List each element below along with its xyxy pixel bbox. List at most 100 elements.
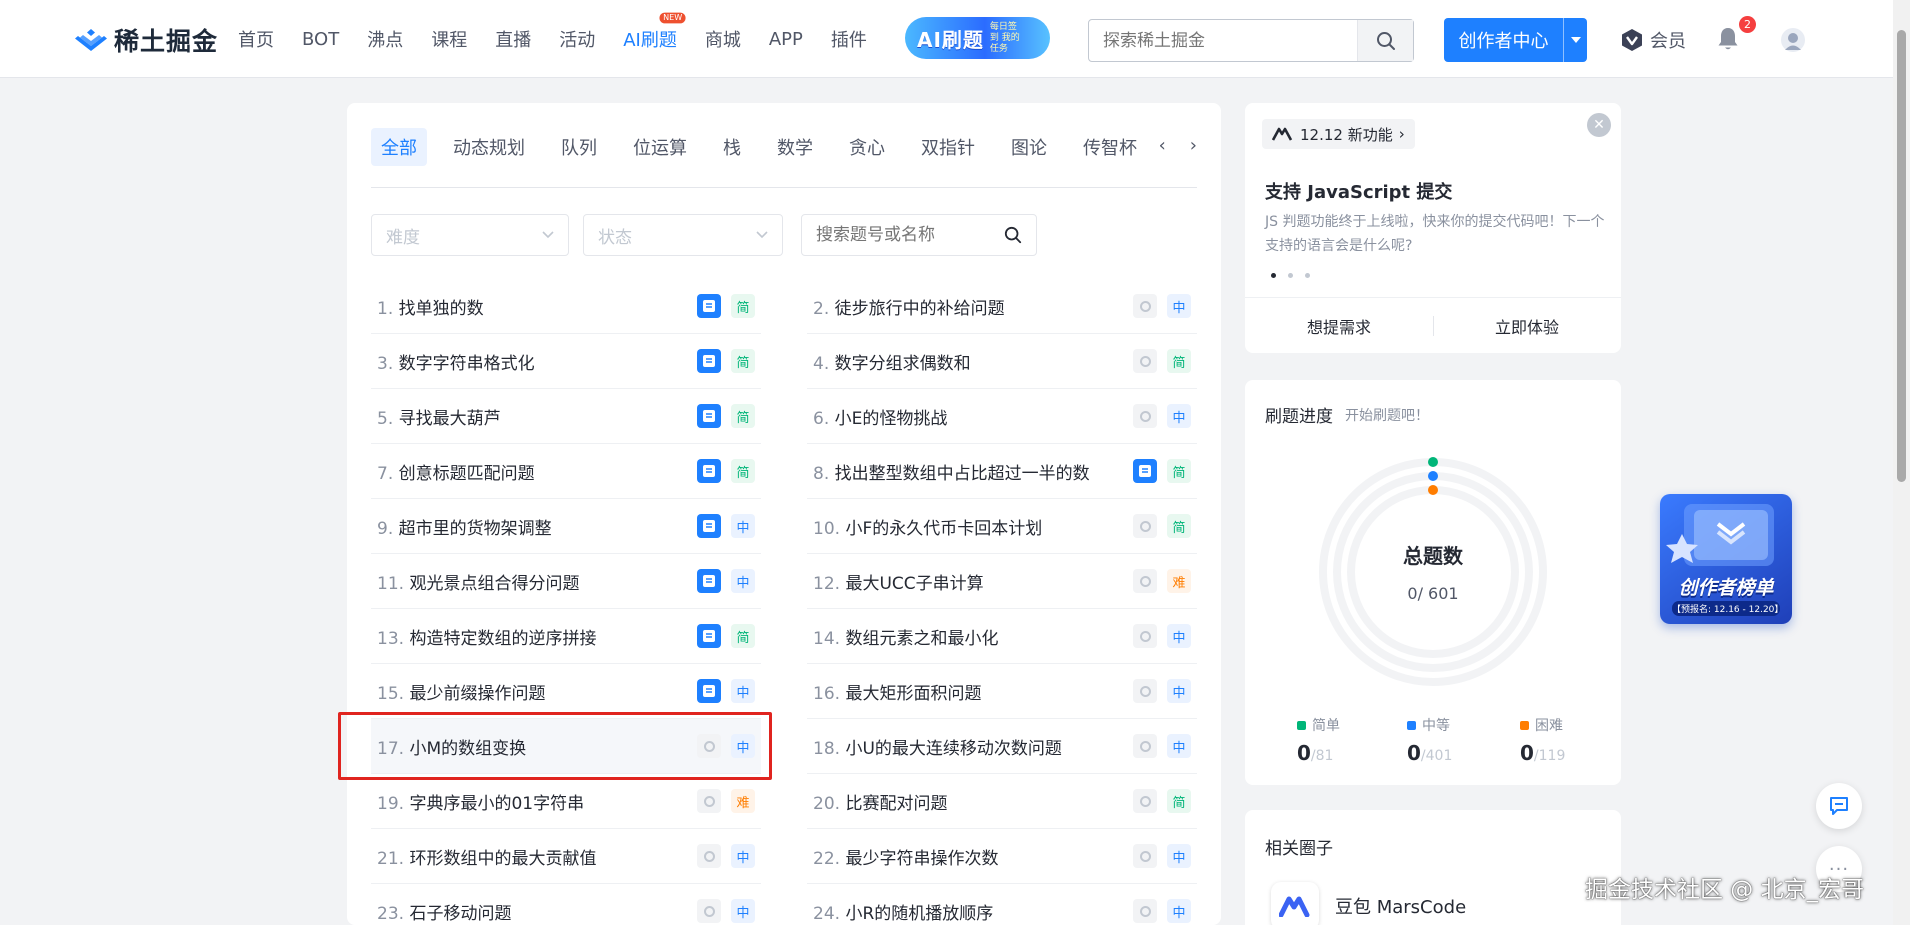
difficulty-badge: 简	[1167, 789, 1191, 813]
tab-2[interactable]: 队列	[551, 128, 607, 166]
creator-center-button[interactable]: 创作者中心	[1444, 18, 1587, 62]
problem-row[interactable]: 3. 数字字符串格式化 简	[371, 334, 761, 389]
user-avatar[interactable]	[1781, 28, 1805, 52]
problem-row[interactable]: 5. 寻找最大葫芦 简	[371, 389, 761, 444]
nav-item-5[interactable]: 活动	[559, 26, 595, 52]
stat-solved: 0	[1297, 741, 1311, 765]
vip-link[interactable]: 会员	[1620, 27, 1686, 53]
tab-7[interactable]: 双指针	[911, 128, 985, 166]
difficulty-select-placeholder: 难度	[386, 227, 420, 248]
problem-row[interactable]: 14. 数组元素之和最小化 中	[807, 609, 1197, 664]
problem-row[interactable]: 2. 徒步旅行中的补给问题 中	[807, 279, 1197, 334]
total-problems-label: 总题数	[1403, 544, 1463, 568]
nav-item-3[interactable]: 课程	[431, 26, 467, 52]
nav-item-6[interactable]: AI刷题 NEW	[623, 12, 686, 52]
tab-6[interactable]: 贪心	[839, 128, 895, 166]
nav-item-label: 插件	[830, 30, 867, 51]
problem-name: 数组元素之和最小化	[845, 628, 999, 649]
nav-item-2[interactable]: 沸点	[367, 26, 403, 52]
problem-row[interactable]: 6. 小E的怪物挑战 中	[807, 389, 1197, 444]
nav-item-0[interactable]: 首页	[238, 26, 274, 52]
problem-row[interactable]: 11. 观光景点组合得分问题 中	[371, 554, 761, 609]
site-logo[interactable]: 稀土掘金	[74, 25, 218, 56]
creator-dropdown-toggle[interactable]	[1563, 18, 1587, 62]
tab-3[interactable]: 位运算	[623, 128, 697, 166]
tab-9[interactable]: 传智杯	[1073, 128, 1147, 166]
nav-item-4[interactable]: 直播	[495, 26, 531, 52]
problem-row[interactable]: 21. 环形数组中的最大贡献值 中	[371, 829, 761, 884]
problem-row[interactable]: 20. 比赛配对问题 简	[807, 774, 1197, 829]
close-icon[interactable]: ✕	[1587, 113, 1611, 137]
nav-item-9[interactable]: 插件	[831, 26, 867, 52]
problem-row[interactable]: 8. 找出整型数组中占比超过一半的数 简	[807, 444, 1197, 499]
chevron-left-icon[interactable]: ‹	[1159, 135, 1166, 156]
ai-practice-banner[interactable]: AI刷题 每日签到 我的任务	[905, 17, 1050, 59]
notification-button[interactable]	[1716, 26, 1740, 56]
problem-row[interactable]: 1. 找单独的数 简	[371, 279, 761, 334]
tab-0[interactable]: 全部	[371, 128, 427, 166]
tab-5[interactable]: 数学	[767, 128, 823, 166]
tab-1[interactable]: 动态规划	[443, 128, 535, 166]
vip-badge-icon	[1622, 29, 1642, 51]
problem-row[interactable]: 4. 数字分组求偶数和 简	[807, 334, 1197, 389]
problem-row[interactable]: 13. 构造特定数组的逆序拼接 简	[371, 609, 761, 664]
request-feature-button[interactable]: 想提需求	[1245, 298, 1433, 353]
solution-note-icon	[697, 569, 721, 593]
problem-row[interactable]: 15. 最少前缀操作问题 中	[371, 664, 761, 719]
feature-version-pill[interactable]: 12.12 新功能 ›	[1262, 119, 1415, 149]
difficulty-stat: 中等 0/401	[1407, 715, 1487, 765]
feedback-button[interactable]	[1816, 783, 1862, 829]
ring-hard-track	[1347, 486, 1519, 658]
problem-row[interactable]: 24. 小R的随机播放顺序 中	[807, 884, 1197, 925]
carousel-dot[interactable]	[1305, 273, 1310, 278]
problem-number: 10.	[813, 518, 841, 539]
chevron-right-icon[interactable]: ›	[1190, 135, 1197, 156]
problem-row[interactable]: 16. 最大矩形面积问题 中	[807, 664, 1197, 719]
problem-row[interactable]: 9. 超市里的货物架调整 中	[371, 499, 761, 554]
problem-row[interactable]: 7. 创意标题匹配问题 简	[371, 444, 761, 499]
tab-scroll-controls: ‹ ›	[1159, 135, 1197, 156]
problem-title: 6. 小E的怪物挑战	[813, 404, 1133, 429]
try-now-button[interactable]: 立即体验	[1433, 298, 1621, 353]
status-circle-icon	[1133, 789, 1157, 813]
nav-item-7[interactable]: 商城	[705, 26, 741, 52]
difficulty-badge: 简	[731, 459, 755, 483]
problem-row[interactable]: 17. 小M的数组变换 中	[371, 719, 761, 774]
creator-ranking-promo[interactable]: 创作者榜单 【预报名: 12.16 - 12.20】	[1660, 494, 1792, 624]
circle-item-marscode[interactable]: 豆包 MarsCode	[1271, 882, 1466, 925]
circle-item-label: 豆包 MarsCode	[1335, 897, 1467, 918]
stat-total: /401	[1420, 748, 1453, 764]
nav-item-8[interactable]: APP	[769, 29, 803, 50]
tab-8[interactable]: 图论	[1001, 128, 1057, 166]
header-search-input[interactable]	[1089, 20, 1357, 61]
nav-item-label: AI刷题	[623, 30, 677, 51]
promo-subtitle: 【预报名: 12.16 - 12.20】	[1672, 601, 1783, 616]
problem-title: 21. 环形数组中的最大贡献值	[377, 844, 697, 869]
status-select[interactable]: 状态	[583, 214, 783, 256]
problem-row[interactable]: 12. 最大UCC子串计算 难	[807, 554, 1197, 609]
search-icon[interactable]	[1004, 226, 1022, 244]
difficulty-badge: 中	[1167, 404, 1191, 428]
problem-row[interactable]: 10. 小F的永久代币卡回本计划 简	[807, 499, 1197, 554]
carousel-dot[interactable]	[1271, 273, 1276, 278]
problem-number: 2.	[813, 298, 830, 319]
problem-row[interactable]: 19. 字典序最小的01字符串 难	[371, 774, 761, 829]
problem-row[interactable]: 23. 石子移动问题 中	[371, 884, 761, 925]
header-search-button[interactable]	[1357, 20, 1413, 61]
problem-row[interactable]: 22. 最少字符串操作次数 中	[807, 829, 1197, 884]
tab-4[interactable]: 栈	[713, 128, 751, 166]
nav-item-1[interactable]: BOT	[302, 29, 339, 50]
problem-row[interactable]: 18. 小U的最大连续移动次数问题 中	[807, 719, 1197, 774]
ring-medium-track	[1333, 472, 1533, 672]
scrollbar-thumb[interactable]	[1897, 30, 1906, 482]
difficulty-select[interactable]: 难度	[371, 214, 569, 256]
problem-number: 1.	[377, 298, 394, 319]
status-circle-icon	[697, 789, 721, 813]
problem-search-input[interactable]	[816, 225, 996, 245]
top-header: 稀土掘金 首页 BOT 沸点 课程 直播 活动 AI刷题 NEW 商城 APP 插件 AI刷题 每日…	[0, 0, 1910, 78]
status-circle-icon	[1133, 514, 1157, 538]
problem-number: 17.	[377, 738, 405, 759]
problem-title: 1. 找单独的数	[377, 294, 697, 319]
carousel-dot[interactable]	[1288, 273, 1293, 278]
page-scrollbar[interactable]	[1893, 0, 1910, 925]
